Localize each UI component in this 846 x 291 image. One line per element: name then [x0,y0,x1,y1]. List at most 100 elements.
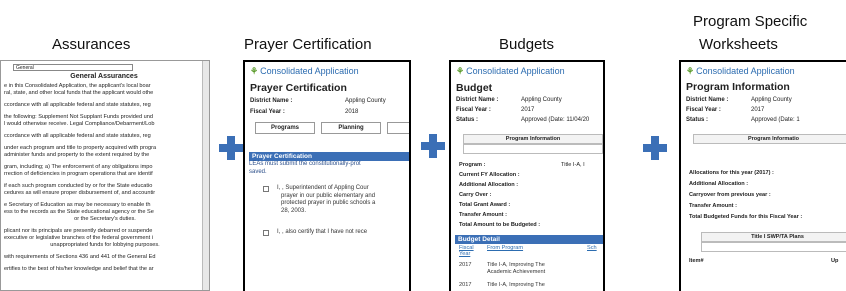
app-logo: ⚘ Consolidated Application [250,66,359,77]
certification-statement-1-line: protected prayer in public schools a [281,200,376,207]
district-value: Appling County [521,97,562,103]
col-fiscal-year[interactable]: Fiscal Year [459,245,474,257]
assurance-text-line: rrection of deficiencies in program oper… [4,171,153,177]
assurance-text-line: e in this Consolidated Application, the … [4,83,151,89]
caption-prayer-certification: Prayer Certification [244,36,372,53]
assurances-panel: General General Assurances e in this Con… [0,60,210,291]
district-value: Appling County [751,97,792,103]
assurance-text-line: ral, state, and other local funds that t… [4,90,154,96]
budget-field-label: Transfer Amount : [459,212,507,218]
worksheet-field-label: Total Budgeted Funds for this Fiscal Yea… [689,214,803,220]
app-name: Consolidated Application [696,66,795,76]
app-logo: ⚘ Consolidated Application [456,66,565,77]
col-sch[interactable]: Sch [587,245,597,251]
caption-assurances: Assurances [52,36,131,53]
budget-detail-header: Budget Detail [455,235,603,244]
program-information-row [463,144,603,154]
assurance-text-line: ccordance with all applicable federal an… [4,102,151,108]
certification-statement-2: I, , also certify that I have not rece [277,229,368,235]
caption-worksheets-line2: Worksheets [699,36,778,53]
assurance-text-line: or the Secretary's duties. [74,216,136,222]
assurance-text-line: the following: Supplement Not Supplant F… [4,114,153,120]
status-label: Status : [686,117,709,123]
assurance-text-line: ess to the records as the State educatio… [4,209,154,215]
prayer-certification-panel: ⚘ Consolidated Application Prayer Certifi… [243,60,411,291]
detail-program-line2: Academic Achievement [487,269,546,275]
program-information-header: Program Informatio [693,134,846,144]
plus-icon [421,134,445,158]
assurance-text-line: gram, including; a) The enforcement of a… [4,164,153,170]
col-item: Item# [689,258,704,264]
status-value: Approved (Date: 11/04/20 [521,117,590,123]
app-logo: ⚘ Consolidated Application [686,66,795,77]
assurances-scrollbar[interactable] [202,61,209,290]
notice-text-2: saved. [249,169,267,175]
certification-statement-1-line: I, , Superintendent of Appling Cour [277,185,369,191]
assurance-type-select[interactable]: General [13,64,133,71]
status-label: Status : [456,117,479,123]
plans-table-subheader [701,242,846,252]
budget-field-label: Total Amount to be Budgeted : [459,222,541,228]
district-label: District Name : [456,97,499,103]
tab-programs[interactable]: Programs [255,122,315,134]
plus-icon [643,136,667,160]
budget-field-label: Carry Over : [459,192,492,198]
district-value: Appling County [345,98,386,104]
assurance-text-line: under each program and title to property… [4,145,157,151]
budget-field-label: Total Grant Award : [459,202,511,208]
plans-table-header: Title I SWP/TA Plans [701,232,846,242]
district-label: District Name : [250,98,293,104]
assurance-text-line: administer funds and property to the ext… [4,152,150,158]
caption-budgets: Budgets [499,36,555,53]
consolidated-app-icon: ⚘ [250,66,259,76]
assurance-text-line: executive or legislative branches of the… [4,235,153,241]
tab-planning[interactable]: Planning [321,122,381,134]
assurance-text-line: unappropriated funds for lobbying purpos… [50,242,160,248]
detail-program: Title I-A, Improving The [487,282,545,288]
app-name: Consolidated Application [260,66,359,76]
tab-more[interactable] [387,122,409,134]
fiscal-year-label: Fiscal Year : [250,109,285,115]
consolidated-app-icon: ⚘ [456,66,465,76]
program-value: Title I-A, I [561,162,585,168]
fiscal-year-label: Fiscal Year : [686,107,721,113]
consolidated-app-icon: ⚘ [686,66,695,76]
plus-icon [219,136,243,160]
fiscal-year-label: Fiscal Year : [456,107,491,113]
worksheet-field-label: Carryover from previous year : [689,192,771,198]
certify-checkbox-2[interactable] [263,230,269,236]
assurance-text-line: with requirements of Sections 436 and 44… [4,254,156,260]
assurance-text-line: cedures as will ensure proper disburseme… [4,190,156,196]
status-value: Approved (Date: 1 [751,117,800,123]
assurance-text-line: e Secretary of Education as may be neces… [4,202,151,208]
certify-checkbox-1[interactable] [263,186,269,192]
assurance-text-line: ertifies to the best of his/her knowledg… [4,266,154,272]
budgets-panel: ⚘ Consolidated Application Budget Distric… [449,60,605,291]
assurance-text-line: if each such program conducted by or for… [4,183,153,189]
program-label: Program : [459,162,486,168]
notice-text: LEAs must submit the constitutionally-pr… [249,161,361,167]
col-from-program[interactable]: From Program [487,245,523,251]
app-name: Consolidated Application [466,66,565,76]
assurances-title: General Assurances [70,73,138,80]
caption-worksheets-line1: Program Specific [693,13,808,30]
detail-year: 2017 [459,262,472,268]
worksheet-field-label: Additional Allocation : [689,181,749,187]
worksheets-panel: ⚘ Consolidated Application Program Inform… [679,60,846,291]
page-title: Prayer Certification [250,82,347,94]
col-up: Up [831,258,839,264]
program-information-header: Program Information [463,134,603,144]
worksheet-field-label: Transfer Amount : [689,203,737,209]
section-header: Prayer Certification [249,152,409,161]
fiscal-year-value: 2017 [751,107,765,113]
detail-program: Title I-A, Improving The [487,262,545,268]
budget-field-label: Current FY Allocation : [459,172,520,178]
fiscal-year-value: 2018 [345,109,359,115]
assurance-text-line: ccordance with all applicable federal an… [4,133,151,139]
budget-field-label: Additional Allocation : [459,182,519,188]
certification-statement-1-line: prayer in our public elementary and [281,192,376,199]
page-title: Budget [456,82,493,94]
certification-statement-1-line: 28, 2003. [281,207,307,214]
detail-year: 2017 [459,282,472,288]
worksheet-field-label: Allocations for this year (2017) : [689,170,774,176]
